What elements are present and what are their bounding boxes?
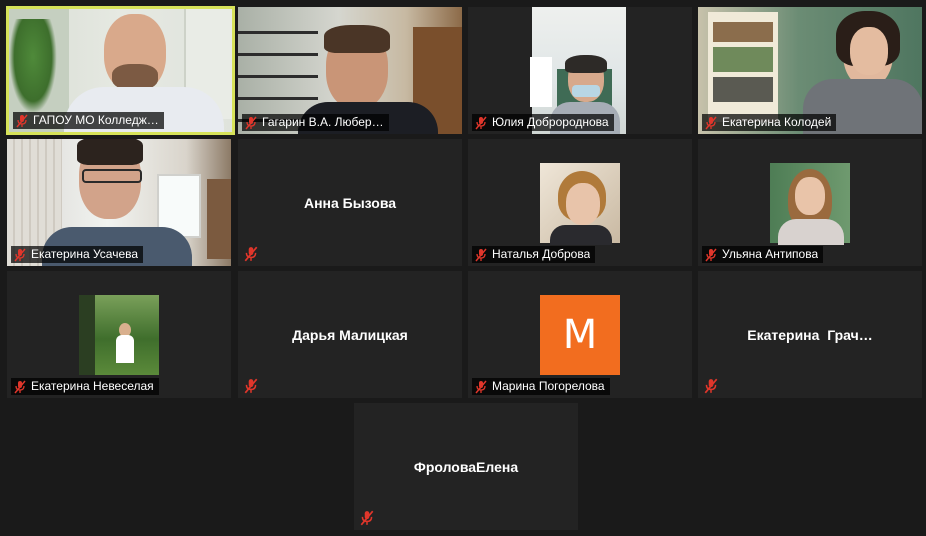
participant-tile-gapou[interactable]: ГАПОУ МО Колледж… [6, 6, 235, 135]
mic-muted-icon [245, 116, 257, 129]
mic-muted-icon [705, 248, 717, 261]
participant-name-label: Марина Погорелова [472, 378, 610, 395]
profile-photo [79, 295, 159, 375]
participant-tile-yulia[interactable]: Юлия Добророднова [468, 7, 692, 134]
mic-muted-icon [14, 248, 26, 261]
participant-tile-pogorelova[interactable]: M Марина Погорелова [468, 271, 692, 398]
participant-tile-kolodey[interactable]: Екатерина Колодей [698, 7, 922, 134]
profile-photo [540, 163, 620, 245]
participant-tile-usacheva[interactable]: Екатерина Усачева [7, 139, 231, 266]
participant-name-label: ГАПОУ МО Колледж… [13, 112, 164, 129]
participant-tile-antipova[interactable]: Ульяна Антипова [698, 139, 922, 266]
mic-muted-icon [704, 378, 718, 394]
participant-tile-neveselaya[interactable]: Екатерина Невеселая [7, 271, 231, 398]
participant-tile-malitskaya[interactable]: Дарья Малицкая [238, 271, 462, 398]
mic-muted-icon [475, 380, 487, 393]
mic-muted-icon [16, 114, 28, 127]
participant-name-label: Екатерина Колодей [702, 114, 837, 131]
mic-muted-icon [244, 246, 258, 262]
profile-photo [770, 163, 850, 245]
participant-display-name: Дарья Малицкая [292, 326, 408, 343]
participant-name-label: Наталья Доброва [472, 246, 596, 263]
mic-muted-icon [475, 116, 487, 129]
participant-tile-dobrova[interactable]: Наталья Доброва [468, 139, 692, 266]
participant-name-label: Гагарин В.А. Любер… [242, 114, 389, 131]
participant-display-name: Анна Бызова [303, 194, 397, 211]
mic-muted-icon [360, 510, 374, 526]
participant-name-label: Юлия Добророднова [472, 114, 614, 131]
mic-muted-icon [244, 378, 258, 394]
participant-tile-grach[interactable]: Екатерина Грач… [698, 271, 922, 398]
avatar: M [540, 295, 620, 375]
mic-muted-icon [705, 116, 717, 129]
mic-muted-icon [475, 248, 487, 261]
participant-tile-frolova[interactable]: ФроловаЕлена [354, 403, 578, 530]
participant-tile-gagarin[interactable]: Гагарин В.А. Любер… [238, 7, 462, 134]
participant-name-label: Екатерина Невеселая [11, 378, 159, 395]
participant-name-label: Ульяна Антипова [702, 246, 824, 263]
participant-display-name: ФроловаЕлена [413, 458, 519, 475]
participant-tile-byzova[interactable]: Анна Бызова [238, 139, 462, 266]
participant-name-label: Екатерина Усачева [11, 246, 144, 263]
mic-muted-icon [14, 380, 26, 393]
avatar-initial: M [562, 312, 598, 358]
participant-display-name: Екатерина Грач… [747, 326, 873, 343]
